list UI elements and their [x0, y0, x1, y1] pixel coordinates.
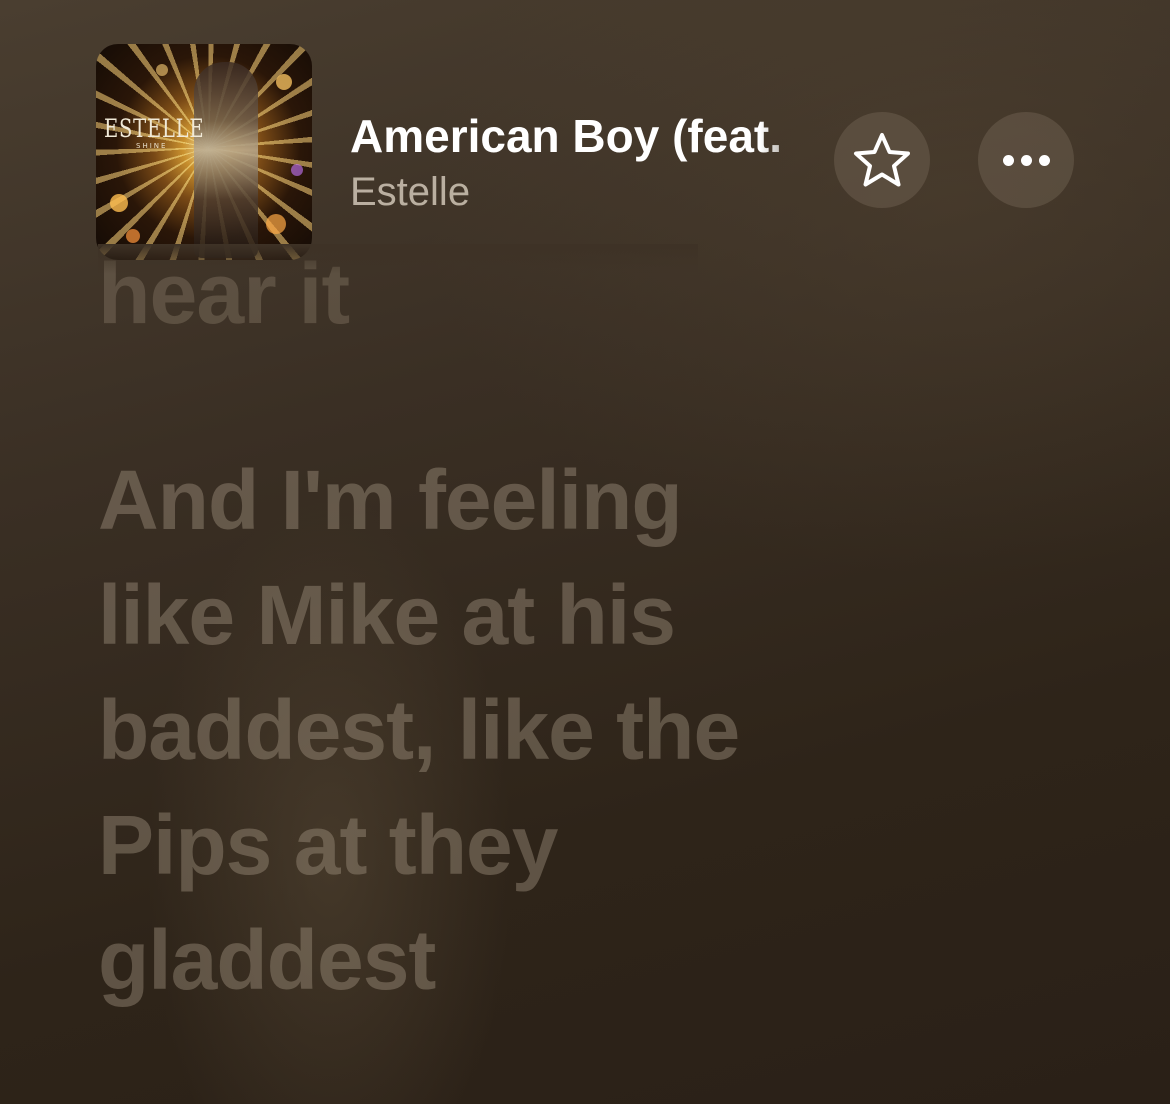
- bokeh-light: [266, 214, 286, 234]
- bokeh-light: [156, 64, 168, 76]
- album-subtitle: SHINE: [136, 142, 168, 150]
- lyric-line[interactable]: gladdest: [98, 912, 436, 1008]
- song-title: American Boy (feat.: [350, 110, 783, 162]
- bokeh-light: [276, 74, 292, 90]
- song-title-container[interactable]: American Boy (feat.: [350, 108, 816, 168]
- lyric-line-previous[interactable]: hear it: [98, 244, 698, 328]
- star-icon: [854, 133, 910, 187]
- lyric-previous-text: hear it: [98, 246, 350, 328]
- album-logo: ESTELLE: [104, 114, 205, 143]
- album-artwork[interactable]: ESTELLE SHINE: [96, 44, 312, 260]
- lyric-line[interactable]: Pips at they: [98, 797, 558, 893]
- artwork-figure: [194, 62, 258, 258]
- artist-name[interactable]: Estelle: [350, 168, 470, 216]
- favorite-button[interactable]: [834, 112, 930, 208]
- bokeh-light: [110, 194, 128, 212]
- ellipsis-icon: [1002, 154, 1050, 166]
- more-options-button[interactable]: [978, 112, 1074, 208]
- lyric-line[interactable]: baddest, like the: [98, 682, 740, 778]
- bokeh-light: [291, 164, 303, 176]
- lyric-line[interactable]: And I'm feeling: [98, 452, 683, 548]
- lyric-line[interactable]: like Mike at his: [98, 567, 676, 663]
- bokeh-light: [126, 229, 140, 243]
